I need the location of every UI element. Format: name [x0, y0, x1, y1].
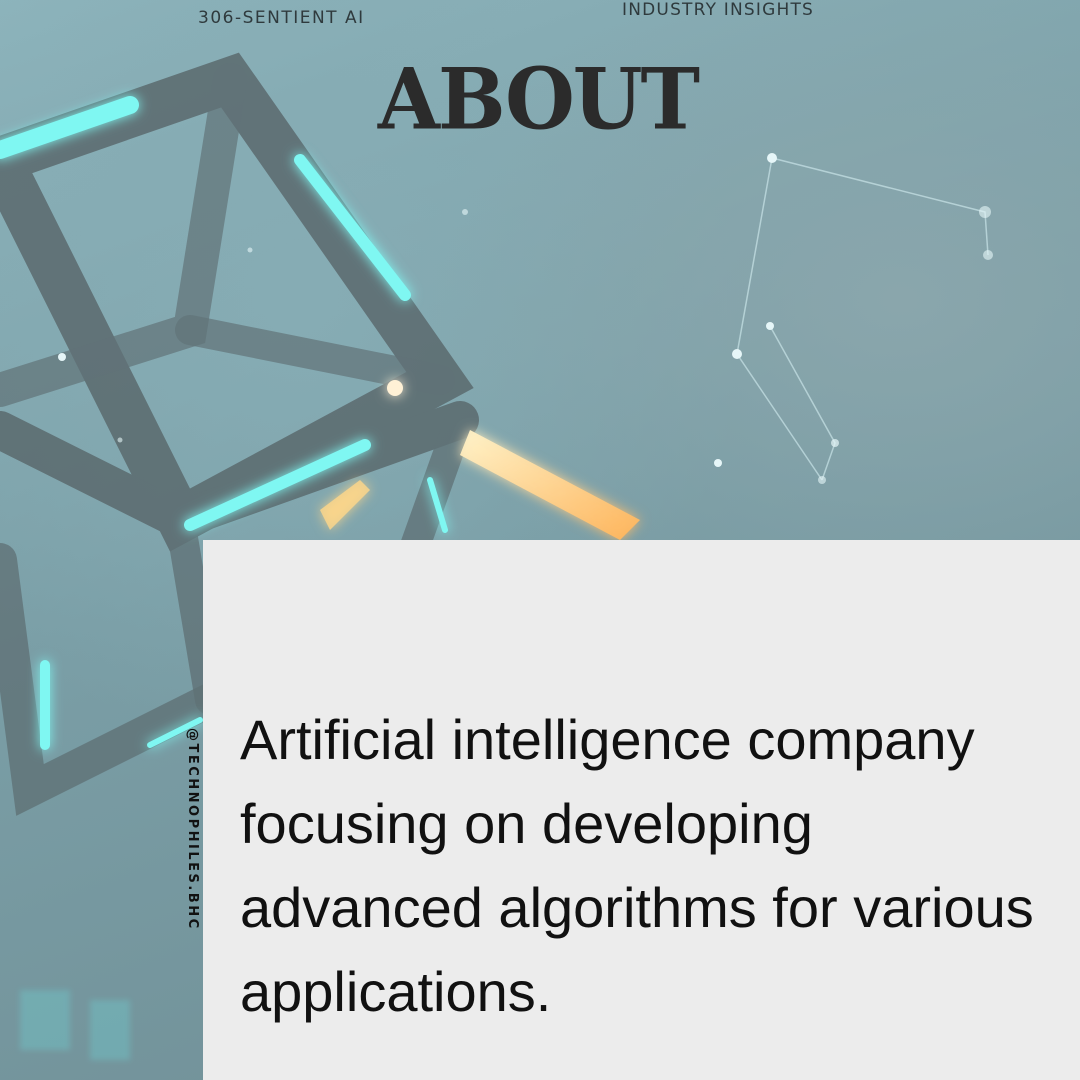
brand-name: 306-SENTIENT AI [198, 8, 365, 28]
company-description: Artificial intelligence company focusing… [240, 708, 1034, 1023]
category-label: INDUSTRY INSIGHTS [622, 0, 815, 20]
page-title: ABOUT [377, 49, 700, 149]
content-card: Artificial intelligence company focusing… [203, 540, 1080, 1080]
social-handle: @TECHNOPHILES.BHC [185, 728, 200, 931]
